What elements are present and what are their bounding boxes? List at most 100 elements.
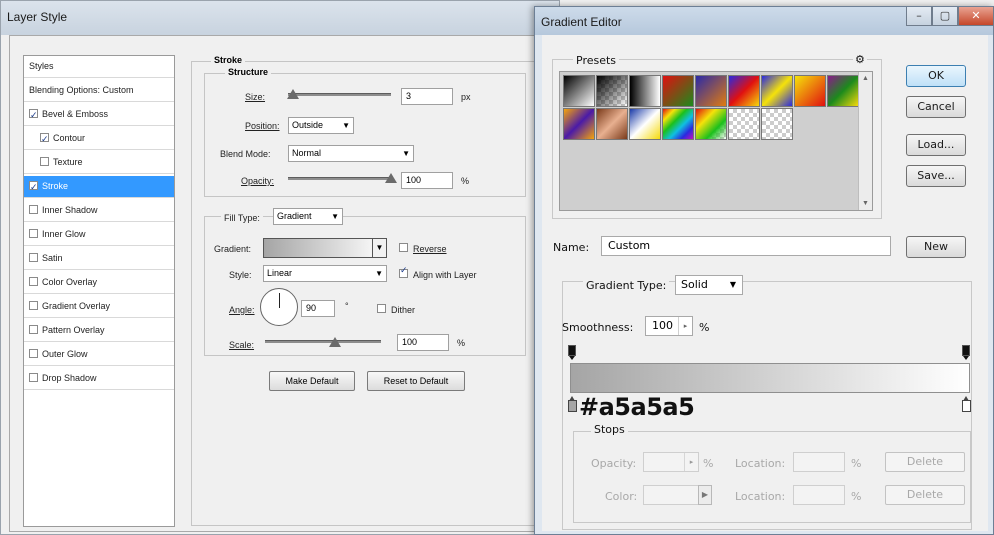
opacity-stop-left[interactable] xyxy=(568,345,576,360)
gradient-editor-title-bar[interactable]: Gradient Editor – ▢ ✕ xyxy=(535,7,994,35)
styles-list-item-satin[interactable]: Satin xyxy=(24,248,174,270)
angle-input[interactable]: 90 xyxy=(301,300,335,317)
inner-shadow-checkbox[interactable] xyxy=(29,205,38,215)
gradient-type-select[interactable]: Solid ▼ xyxy=(675,275,743,295)
texture-checkbox[interactable] xyxy=(40,157,49,167)
maximize-icon[interactable]: ▢ xyxy=(932,7,958,26)
preset-swatch[interactable] xyxy=(596,75,628,107)
position-select[interactable]: Outside ▼ xyxy=(288,117,354,134)
chevron-down-icon[interactable]: ▼ xyxy=(372,239,386,257)
scale-slider-thumb[interactable] xyxy=(329,337,341,347)
inner-glow-checkbox[interactable] xyxy=(29,229,38,239)
styles-list-item-contour[interactable]: Contour xyxy=(24,128,174,151)
opacity-input[interactable]: 100 xyxy=(401,172,453,189)
styles-list-item-bevel-emboss[interactable]: Bevel & Emboss xyxy=(24,104,174,127)
preset-swatch[interactable] xyxy=(662,108,694,140)
minimize-icon[interactable]: – xyxy=(906,7,932,26)
stop-opacity-location-input[interactable] xyxy=(793,452,845,472)
size-slider-thumb[interactable] xyxy=(287,89,299,99)
gear-icon[interactable]: ⚙ xyxy=(853,53,867,66)
chevron-down-icon: ▼ xyxy=(375,269,383,278)
contour-checkbox[interactable] xyxy=(40,130,49,151)
save-button[interactable]: Save... xyxy=(906,165,966,187)
preset-swatch[interactable] xyxy=(728,108,760,140)
styles-list-item-texture[interactable]: Texture xyxy=(24,152,174,174)
smoothness-input[interactable]: 100 ▸ xyxy=(645,316,693,336)
size-slider-track[interactable] xyxy=(288,93,391,96)
styles-list-item-pattern-overlay[interactable]: Pattern Overlay xyxy=(24,320,174,342)
stroke-checkbox[interactable] xyxy=(29,178,38,199)
styles-list-item-inner-glow[interactable]: Inner Glow xyxy=(24,224,174,246)
fill-type-select[interactable]: Gradient ▼ xyxy=(273,208,343,225)
close-icon[interactable]: ✕ xyxy=(958,7,994,26)
new-button[interactable]: New xyxy=(906,236,966,258)
preset-swatch[interactable] xyxy=(629,108,661,140)
styles-list-item-color-overlay[interactable]: Color Overlay xyxy=(24,272,174,294)
presets-grid[interactable]: ▲ ▼ xyxy=(559,71,873,211)
drop-shadow-checkbox[interactable] xyxy=(29,373,38,383)
styles-list-item-inner-shadow[interactable]: Inner Shadow xyxy=(24,200,174,222)
scale-slider-track[interactable] xyxy=(265,340,381,343)
preset-swatch[interactable] xyxy=(695,75,727,107)
styles-list-item-blending-options[interactable]: Blending Options: Custom xyxy=(24,80,174,102)
styles-list-item-stroke[interactable]: Stroke xyxy=(24,176,174,199)
outer-glow-checkbox[interactable] xyxy=(29,349,38,359)
layer-style-title-bar[interactable]: Layer Style xyxy=(1,1,559,35)
delete-color-stop-button[interactable]: Delete xyxy=(885,485,965,505)
satin-checkbox[interactable] xyxy=(29,253,38,263)
preset-swatch[interactable] xyxy=(827,75,859,107)
scroll-down-icon[interactable]: ▼ xyxy=(862,200,869,207)
gradient-preview[interactable]: ▼ xyxy=(263,238,387,258)
chevron-right-icon[interactable]: ▸ xyxy=(684,453,698,471)
preset-swatch[interactable] xyxy=(695,108,727,140)
preset-swatch[interactable] xyxy=(794,75,826,107)
size-input[interactable]: 3 xyxy=(401,88,453,105)
gradient-bar[interactable] xyxy=(570,363,970,393)
layer-style-dialog: Layer Style Styles Blending Options: Cus… xyxy=(0,0,560,535)
styles-list-item-drop-shadow[interactable]: Drop Shadow xyxy=(24,368,174,390)
preset-swatch[interactable] xyxy=(563,75,595,107)
play-icon[interactable]: ▶ xyxy=(698,485,712,505)
angle-dial[interactable] xyxy=(260,288,298,326)
cancel-button[interactable]: Cancel xyxy=(906,96,966,118)
stop-opacity-input[interactable]: ▸ xyxy=(643,452,699,472)
make-default-button[interactable]: Make Default xyxy=(269,371,355,391)
gradient-overlay-checkbox[interactable] xyxy=(29,301,38,311)
chevron-right-icon[interactable]: ▸ xyxy=(678,317,692,335)
preset-swatch[interactable] xyxy=(596,108,628,140)
stop-color-location-input[interactable] xyxy=(793,485,845,505)
styles-list-item-gradient-overlay[interactable]: Gradient Overlay xyxy=(24,296,174,318)
presets-scrollbar[interactable]: ▲ ▼ xyxy=(858,72,872,210)
load-button[interactable]: Load... xyxy=(906,134,966,156)
reset-to-default-button[interactable]: Reset to Default xyxy=(367,371,465,391)
stop-color-swatch[interactable]: ▶ xyxy=(643,485,712,505)
preset-swatch[interactable] xyxy=(629,75,661,107)
preset-swatch[interactable] xyxy=(761,75,793,107)
opacity-slider-track[interactable] xyxy=(288,177,391,180)
color-stop-left[interactable] xyxy=(568,396,577,412)
styles-list-item-styles[interactable]: Styles xyxy=(24,56,174,78)
preset-swatch[interactable] xyxy=(563,108,595,140)
color-overlay-checkbox[interactable] xyxy=(29,277,38,287)
dither-checkbox[interactable] xyxy=(377,304,386,313)
align-with-layer-checkbox[interactable] xyxy=(399,266,408,278)
color-stop-right[interactable] xyxy=(962,396,971,412)
blend-mode-select[interactable]: Normal ▼ xyxy=(288,145,414,162)
opacity-stop-right[interactable] xyxy=(962,345,970,360)
scroll-up-icon[interactable]: ▲ xyxy=(862,75,869,82)
bevel-emboss-checkbox[interactable] xyxy=(29,106,38,127)
opacity-slider-thumb[interactable] xyxy=(385,173,397,183)
preset-swatch[interactable] xyxy=(728,75,760,107)
styles-list-item-outer-glow[interactable]: Outer Glow xyxy=(24,344,174,366)
ok-button[interactable]: OK xyxy=(906,65,966,87)
style-select[interactable]: Linear ▼ xyxy=(263,265,387,282)
chevron-down-icon: ▼ xyxy=(729,280,736,289)
dither-label: Dither xyxy=(391,305,416,315)
pattern-overlay-checkbox[interactable] xyxy=(29,325,38,335)
delete-opacity-stop-button[interactable]: Delete xyxy=(885,452,965,472)
preset-swatch[interactable] xyxy=(662,75,694,107)
name-input[interactable]: Custom xyxy=(601,236,891,256)
reverse-checkbox[interactable] xyxy=(399,243,408,252)
preset-swatch[interactable] xyxy=(761,108,793,140)
scale-input[interactable]: 100 xyxy=(397,334,449,351)
